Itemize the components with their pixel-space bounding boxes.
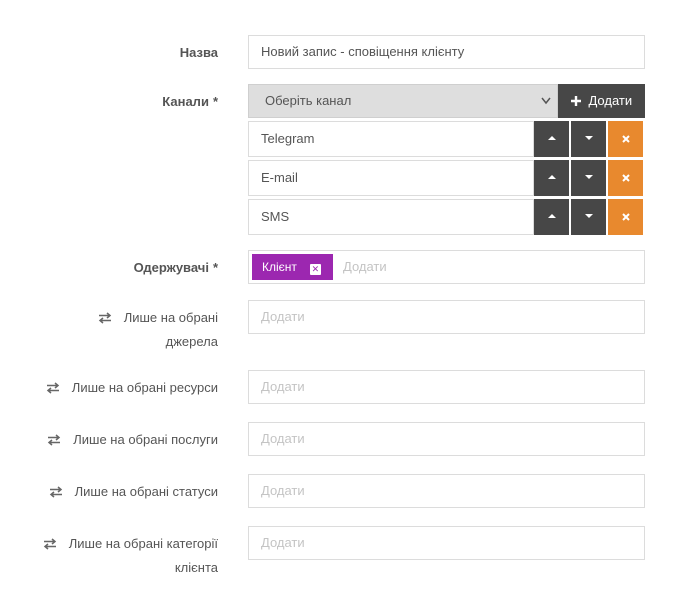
filter-label-client-categories: Лише на обрані категорії клієнта [43, 532, 218, 580]
move-down-button[interactable] [571, 199, 606, 235]
add-channel-label: Додати [588, 93, 633, 108]
remove-tag-icon[interactable]: ✕ [309, 264, 321, 275]
remove-channel-button[interactable] [608, 121, 643, 157]
recipient-tag-label: Клієнт [262, 260, 297, 274]
filter-client-categories-placeholder: Додати [261, 535, 305, 550]
filter-label-services: Лише на обрані послуги [47, 428, 218, 452]
channel-row: SMS [248, 199, 645, 235]
filter-services-placeholder: Додати [261, 431, 305, 446]
add-channel-button[interactable]: Додати [558, 84, 645, 118]
caret-up-icon [547, 172, 556, 183]
required-mark: * [212, 260, 218, 275]
plus-icon [570, 93, 585, 108]
close-icon [621, 210, 630, 224]
filter-sources-input[interactable]: Додати [248, 300, 645, 334]
filter-resources-input[interactable]: Додати [248, 370, 645, 404]
name-input-value: Новий запис - сповіщення клієнту [261, 44, 465, 59]
channel-row: E-mail [248, 160, 645, 196]
filter-statuses-placeholder: Додати [261, 483, 305, 498]
name-input[interactable]: Новий запис - сповіщення клієнту [248, 35, 645, 69]
move-down-button[interactable] [571, 160, 606, 196]
channel-select[interactable]: Оберіть канал [248, 84, 558, 118]
swap-arrows-icon[interactable] [49, 480, 63, 504]
move-up-button[interactable] [534, 121, 569, 157]
move-down-button[interactable] [571, 121, 606, 157]
remove-channel-button[interactable] [608, 160, 643, 196]
caret-down-icon [584, 211, 593, 222]
filter-label-sources: Лише на обрані джерела [98, 306, 218, 354]
filter-client-categories-input[interactable]: Додати [248, 526, 645, 560]
move-up-button[interactable] [534, 199, 569, 235]
channel-select-value: Оберіть канал [265, 93, 352, 108]
caret-down-icon [584, 133, 593, 144]
remove-channel-button[interactable] [608, 199, 643, 235]
recipient-tag: Клієнт ✕ [252, 254, 333, 280]
channel-name: E-mail [248, 160, 534, 196]
filter-sources-placeholder: Додати [261, 309, 305, 324]
filter-resources-placeholder: Додати [261, 379, 305, 394]
caret-down-icon [584, 172, 593, 183]
move-up-button[interactable] [534, 160, 569, 196]
swap-arrows-icon[interactable] [43, 532, 57, 556]
recipients-placeholder: Додати [343, 259, 387, 274]
filter-services-input[interactable]: Додати [248, 422, 645, 456]
caret-up-icon [547, 211, 556, 222]
caret-up-icon [547, 133, 556, 144]
filter-label-resources: Лише на обрані ресурси [46, 376, 218, 400]
name-label: Назва [179, 45, 218, 60]
filter-statuses-input[interactable]: Додати [248, 474, 645, 508]
required-mark: * [212, 94, 218, 109]
recipients-label: Одержувачі * [133, 260, 218, 275]
recipients-input[interactable]: Клієнт ✕ Додати [248, 250, 645, 284]
channel-name: Telegram [248, 121, 534, 157]
close-icon [621, 171, 630, 185]
channels-label: Канали * [162, 94, 218, 109]
swap-arrows-icon[interactable] [46, 376, 60, 400]
channel-row: Telegram [248, 121, 645, 157]
close-icon [621, 132, 630, 146]
swap-arrows-icon[interactable] [47, 428, 61, 452]
filter-label-statuses: Лише на обрані статуси [49, 480, 218, 504]
swap-arrows-icon[interactable] [98, 306, 112, 330]
channel-name: SMS [248, 199, 534, 235]
